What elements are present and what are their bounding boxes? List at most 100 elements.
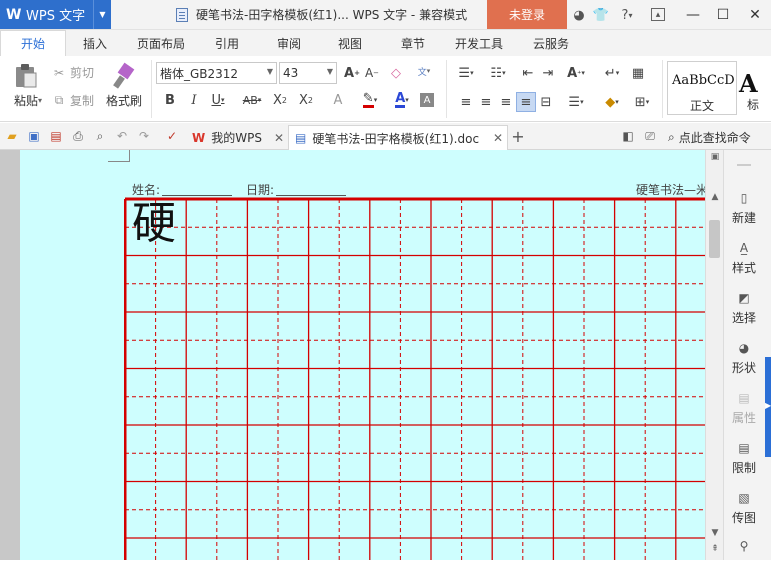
text-effect-icon[interactable]: A: [328, 90, 348, 110]
taskpane-property[interactable]: ▤ 属性: [724, 390, 764, 426]
chevron-right-icon: ▶: [765, 401, 771, 410]
taskpane-style[interactable]: A̲ 样式: [724, 240, 764, 276]
tab-review[interactable]: 审阅: [264, 30, 314, 56]
comment-icon[interactable]: ⎚: [642, 128, 658, 144]
clear-format-icon[interactable]: ◇: [386, 63, 406, 83]
new-tab-icon[interactable]: +: [510, 127, 526, 146]
bold-icon[interactable]: B: [160, 90, 180, 110]
subscript-icon[interactable]: X2: [296, 90, 316, 110]
close-tab-icon[interactable]: ✕: [493, 131, 503, 145]
app-menu-button[interactable]: W WPS 文字 ▼: [0, 0, 111, 29]
char-shading-icon[interactable]: A: [420, 93, 434, 107]
increase-indent-icon[interactable]: ⇥: [538, 63, 558, 83]
maximize-icon[interactable]: ☐: [708, 0, 738, 29]
skin-icon[interactable]: ◕: [570, 6, 588, 24]
paste-chevron-icon[interactable]: ▾: [38, 96, 42, 105]
pane-expand-handle[interactable]: ▶: [765, 357, 771, 457]
style-normal[interactable]: AaBbCcD 正文: [667, 61, 737, 115]
style-heading[interactable]: A 标: [737, 61, 771, 115]
scroll-settings-icon[interactable]: ▣: [706, 152, 724, 162]
align-right-icon[interactable]: ≡: [496, 92, 516, 112]
restore-icon[interactable]: ▴: [651, 8, 665, 21]
open-folder-icon[interactable]: ▰: [4, 128, 20, 144]
wps-logo-icon: W: [6, 6, 22, 23]
tab-reference[interactable]: 引用: [202, 30, 252, 56]
font-size-select[interactable]: 43 ▼: [279, 62, 337, 84]
distribute-icon[interactable]: ⊟: [536, 92, 556, 112]
bullet-list-icon[interactable]: ☰ ▾: [452, 63, 480, 83]
highlight-color-icon[interactable]: ✎ ▾: [356, 90, 384, 110]
redo-icon[interactable]: ↷: [136, 128, 152, 144]
tab-developer[interactable]: 开发工具: [448, 30, 510, 56]
login-button[interactable]: 未登录: [487, 0, 567, 29]
show-marks-icon[interactable]: ↵ ▾: [598, 63, 626, 83]
close-icon[interactable]: ✕: [740, 0, 770, 29]
strikethrough-icon[interactable]: AB ▾: [238, 90, 266, 110]
minimize-icon[interactable]: —: [678, 0, 708, 29]
header-title: 硬笔书法—米: [636, 183, 705, 197]
grow-font-icon[interactable]: A +: [342, 63, 362, 83]
superscript-icon[interactable]: X2: [270, 90, 290, 110]
shading-icon[interactable]: ◆ ▾: [598, 92, 626, 112]
copy-button[interactable]: ⧉ 复制: [52, 92, 94, 109]
line-spacing-icon[interactable]: ☰ ▾: [562, 92, 590, 112]
help-icon[interactable]: ? ▾: [618, 6, 636, 24]
tab-page-layout[interactable]: 页面布局: [126, 30, 196, 56]
tab-section[interactable]: 章节: [388, 30, 438, 56]
justify-icon[interactable]: ≡: [516, 92, 536, 112]
taskpane-restrict[interactable]: ▤ 限制: [724, 440, 764, 476]
scroll-up-icon[interactable]: ▲: [706, 192, 724, 202]
title-bar: W WPS 文字 ▼ 硬笔书法-田字格模板(红1)... WPS 文字 - 兼容…: [0, 0, 771, 30]
tab-mywps[interactable]: W 我的WPS ✕: [188, 125, 284, 150]
chinese-layout-icon[interactable]: A ⁺ ▾: [562, 63, 590, 83]
prev-page-icon[interactable]: ⇞: [706, 544, 724, 554]
font-color-icon[interactable]: A ▾: [388, 90, 416, 110]
decrease-indent-icon[interactable]: ⇤: [518, 63, 538, 83]
cut-button[interactable]: ✂ 剪切: [52, 64, 94, 81]
ribbon: 粘贴 ▾ ✂ 剪切 ⧉ 复制 格式刷 楷体_GB2312 ▼ 43 ▼ A + A…: [0, 56, 771, 122]
taskpane-select[interactable]: ◩ 选择: [724, 290, 764, 326]
border-icon[interactable]: ⊞ ▾: [628, 92, 656, 112]
taskpane-shape[interactable]: ◕ 形状: [724, 340, 764, 376]
tianzige-grid[interactable]: [124, 197, 705, 560]
underline-icon[interactable]: U ▾: [208, 90, 228, 110]
name-label: 姓名:: [132, 183, 161, 197]
tab-cloud[interactable]: 云服务: [520, 30, 582, 56]
doc-settings-icon[interactable]: ◧: [620, 128, 636, 144]
scroll-down-icon[interactable]: ▼: [706, 528, 724, 538]
tab-view[interactable]: 视图: [325, 30, 375, 56]
chevron-down-icon[interactable]: ▼: [93, 0, 111, 29]
practice-character[interactable]: 硬: [132, 198, 176, 250]
phonetic-guide-icon[interactable]: 文 ▾: [410, 61, 438, 81]
pane-grip: [737, 164, 751, 166]
print-preview-icon[interactable]: ⌕: [92, 128, 108, 144]
tab-home[interactable]: 开始: [0, 30, 66, 56]
undo-icon[interactable]: ↶: [114, 128, 130, 144]
shirt-icon[interactable]: 👕: [592, 6, 610, 24]
shrink-font-icon[interactable]: A −: [362, 63, 382, 83]
vertical-scrollbar[interactable]: ▣ ▲ ▼ ⇞: [705, 150, 723, 560]
taskpane-more[interactable]: ⚲: [724, 538, 764, 557]
italic-icon[interactable]: I: [184, 90, 204, 110]
export-pdf-icon[interactable]: ▤: [48, 128, 64, 144]
customize-quickbar-icon[interactable]: ✓: [164, 128, 180, 144]
document-area[interactable]: 姓名: 日期: 硬笔书法—米 硬: [0, 150, 705, 560]
numbered-list-icon[interactable]: ☷ ▾: [484, 63, 512, 83]
tab-insert[interactable]: 插入: [66, 30, 124, 56]
tab-document[interactable]: ▤ 硬笔书法-田字格模板(红1).doc ✕: [288, 125, 508, 150]
new-icon: ▯: [740, 191, 748, 205]
align-left-icon[interactable]: ≡: [456, 92, 476, 112]
save-icon[interactable]: ▣: [26, 128, 42, 144]
close-tab-icon[interactable]: ✕: [274, 131, 284, 145]
print-icon[interactable]: ⎙: [70, 128, 86, 144]
taskpane-upload-image[interactable]: ▧ 传图: [724, 490, 764, 526]
taskpane-new[interactable]: ▯ 新建: [724, 190, 764, 226]
font-size-value: 43: [283, 66, 299, 80]
format-painter-button[interactable]: 格式刷: [102, 62, 146, 109]
font-name-select[interactable]: 楷体_GB2312 ▼: [156, 62, 277, 84]
scroll-thumb[interactable]: [709, 220, 720, 258]
page-corner-mark: [108, 150, 130, 162]
command-search[interactable]: ⌕ 点此查找命令: [668, 129, 751, 146]
table-icon[interactable]: ▦: [628, 63, 648, 83]
align-center-icon[interactable]: ≡: [476, 92, 496, 112]
